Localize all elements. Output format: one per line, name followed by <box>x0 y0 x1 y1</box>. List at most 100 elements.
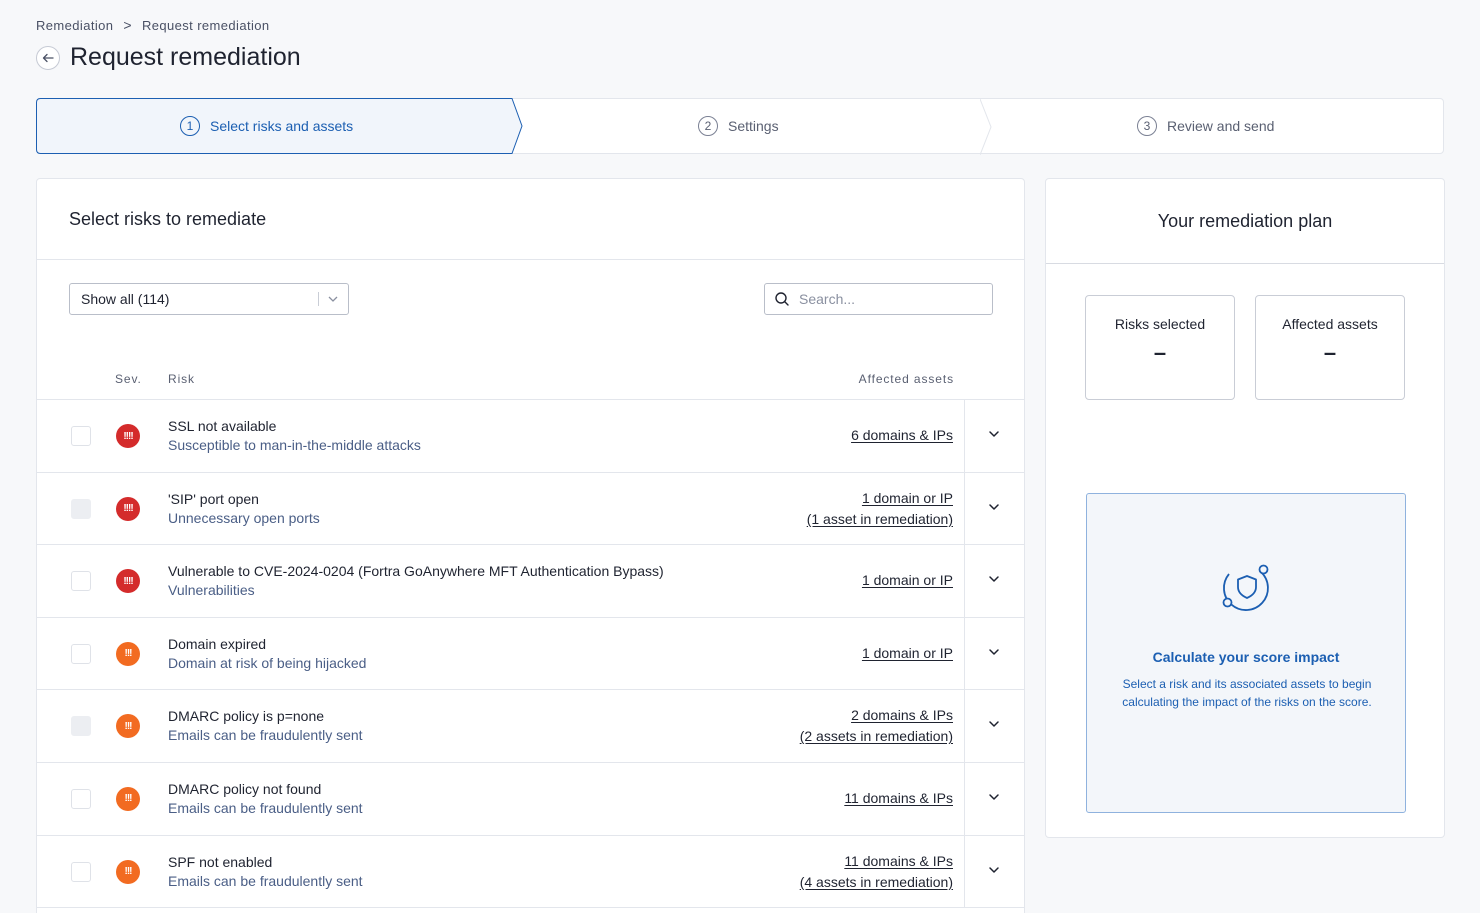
affected-assets: 1 domain or IP <box>862 643 953 664</box>
affected-assets-stat: Affected assets – <box>1255 295 1405 400</box>
risk-row[interactable]: !!! DMARC policy is p=none Emails can be f… <box>37 690 1024 763</box>
row-checkbox <box>71 716 91 737</box>
risk-info: Domain expired Domain at risk of being hi… <box>168 635 366 673</box>
shield-orbit-icon <box>1222 564 1269 611</box>
search-box[interactable] <box>764 283 993 315</box>
breadcrumb-remediation-link[interactable]: Remediation <box>36 18 113 33</box>
search-input[interactable] <box>799 291 979 307</box>
table-header: Sev. Risk Affected assets <box>37 364 1024 400</box>
plan-title: Your remediation plan <box>1046 179 1444 264</box>
risk-table-body: !!!! SSL not available Susceptible to man-… <box>37 400 1024 909</box>
affected-assets: 11 domains & IPs <box>844 788 953 809</box>
in-remediation-link[interactable]: (4 assets in remediation) <box>800 872 953 893</box>
risk-name: Domain expired <box>168 635 267 652</box>
step-label: Settings <box>728 118 779 134</box>
risk-row[interactable]: !!!! SSL not available Susceptible to man-… <box>37 400 1024 473</box>
risks-selected-stat: Risks selected – <box>1085 295 1235 400</box>
affected-assets-link[interactable]: 1 domain or IP <box>807 488 953 509</box>
select-separator <box>318 292 319 306</box>
severity-critical-icon: !!!! <box>116 569 140 594</box>
severity-critical-icon: !!!! <box>116 424 140 448</box>
risk-category: Vulnerabilities <box>168 582 255 599</box>
panel-title: Select risks to remediate <box>37 179 1024 260</box>
step-settings[interactable]: 2 Settings <box>698 99 779 153</box>
chevron-down-icon[interactable] <box>987 500 1001 514</box>
step-divider <box>980 99 992 155</box>
column-divider <box>964 472 965 545</box>
step-number: 2 <box>698 116 718 136</box>
affected-assets-link[interactable]: 1 domain or IP <box>862 570 953 591</box>
row-checkbox[interactable] <box>71 788 91 809</box>
risk-name: Vulnerable to CVE-2024-0204 (Fortra GoAn… <box>168 563 664 580</box>
risk-filter-select[interactable]: Show all (114) <box>69 283 349 315</box>
affected-assets-link[interactable]: 11 domains & IPs <box>844 788 953 809</box>
affected-assets-link[interactable]: 11 domains & IPs <box>800 851 953 872</box>
in-remediation-link[interactable]: (1 asset in remediation) <box>807 509 953 530</box>
risk-name: DMARC policy is p=none <box>168 708 325 725</box>
risk-name: SPF not enabled <box>168 853 273 870</box>
wizard-stepper: 1 Select risks and assets 2 Settings 3 R… <box>36 98 1444 155</box>
affected-assets: 1 domain or IP <box>862 570 953 591</box>
severity-high-icon: !!! <box>116 714 140 739</box>
breadcrumb: Remediation > Request remediation <box>36 17 270 33</box>
stat-value: – <box>1323 340 1337 365</box>
remediation-plan-panel: Your remediation plan Risks selected – A… <box>1045 178 1445 838</box>
risk-row[interactable]: !!! DMARC policy not found Emails can be f… <box>37 762 1024 836</box>
row-checkbox[interactable] <box>71 643 91 664</box>
impact-description: Select a risk and its associated assets … <box>1122 677 1372 709</box>
risk-category: Emails can be fraudulently sent <box>168 727 363 744</box>
chevron-down-icon[interactable] <box>987 645 1001 659</box>
chevron-down-icon[interactable] <box>987 863 1001 877</box>
impact-title: Calculate your score impact <box>1152 649 1340 665</box>
stat-label: Risks selected <box>1114 316 1206 332</box>
risk-row[interactable]: !!!! Vulnerable to CVE-2024-0204 (Fortra … <box>37 545 1024 618</box>
breadcrumb-current: Request remediation <box>141 17 270 33</box>
risk-row[interactable]: !!!! 'SIP' port open Unnecessary open port… <box>37 472 1024 546</box>
column-header-risk: Risk <box>168 372 195 386</box>
severity-critical-icon: !!!! <box>116 496 140 521</box>
risk-info: Vulnerable to CVE-2024-0204 (Fortra GoAn… <box>168 562 664 600</box>
in-remediation-link[interactable]: (2 assets in remediation) <box>800 726 953 747</box>
column-divider <box>964 835 965 908</box>
affected-assets: 1 domain or IP (1 asset in remediation) <box>807 488 953 530</box>
affected-assets-link[interactable]: 1 domain or IP <box>862 643 953 664</box>
risk-category: Domain at risk of being hijacked <box>168 654 367 671</box>
arrow-left-icon <box>42 53 54 62</box>
select-risks-panel: Select risks to remediate Show all (114)… <box>36 178 1025 913</box>
severity-high-icon: !!! <box>116 786 140 811</box>
search-icon <box>775 292 789 306</box>
stat-label: Affected assets <box>1282 316 1378 332</box>
affected-assets-link[interactable]: 6 domains & IPs <box>851 425 953 446</box>
affected-assets: 6 domains & IPs <box>851 425 953 446</box>
chevron-down-icon <box>328 296 338 302</box>
risk-name: 'SIP' port open <box>168 490 259 507</box>
column-divider <box>964 690 965 762</box>
chevron-down-icon[interactable] <box>987 572 1001 586</box>
risk-category: Susceptible to man-in-the-middle attacks <box>168 437 421 453</box>
row-checkbox[interactable] <box>71 426 91 446</box>
back-button[interactable] <box>36 45 60 70</box>
risk-info: DMARC policy is p=none Emails can be frau… <box>168 707 363 745</box>
affected-assets-link[interactable]: 2 domains & IPs <box>800 705 953 726</box>
risk-row[interactable]: !!! SPF not enabled Emails can be fraudule… <box>37 835 1024 909</box>
step-review-send[interactable]: 3 Review and send <box>1137 99 1274 153</box>
row-checkbox[interactable] <box>71 861 91 882</box>
risk-row[interactable]: !!! Domain expired Domain at risk of being… <box>37 617 1024 691</box>
row-checkbox[interactable] <box>71 571 91 592</box>
step-label: Select risks and assets <box>210 118 354 134</box>
risk-category: Unnecessary open ports <box>168 509 320 526</box>
step-select-risks[interactable]: 1 Select risks and assets <box>180 99 353 153</box>
step-number: 1 <box>180 116 200 136</box>
chevron-down-icon[interactable] <box>987 717 1001 731</box>
score-impact-box: Calculate your score impact Select a ris… <box>1086 493 1406 813</box>
chevron-down-icon[interactable] <box>987 427 1001 441</box>
severity-high-icon: !!! <box>116 641 140 666</box>
column-divider <box>964 400 965 472</box>
step-label: Review and send <box>1167 118 1275 134</box>
page-title: Request remediation <box>70 43 301 71</box>
step-number: 3 <box>1137 116 1157 136</box>
chevron-down-icon[interactable] <box>987 790 1001 804</box>
risk-info: SPF not enabled Emails can be fraudulentl… <box>168 853 363 891</box>
row-checkbox <box>71 498 91 519</box>
column-header-affected-assets: Affected assets <box>858 372 954 386</box>
